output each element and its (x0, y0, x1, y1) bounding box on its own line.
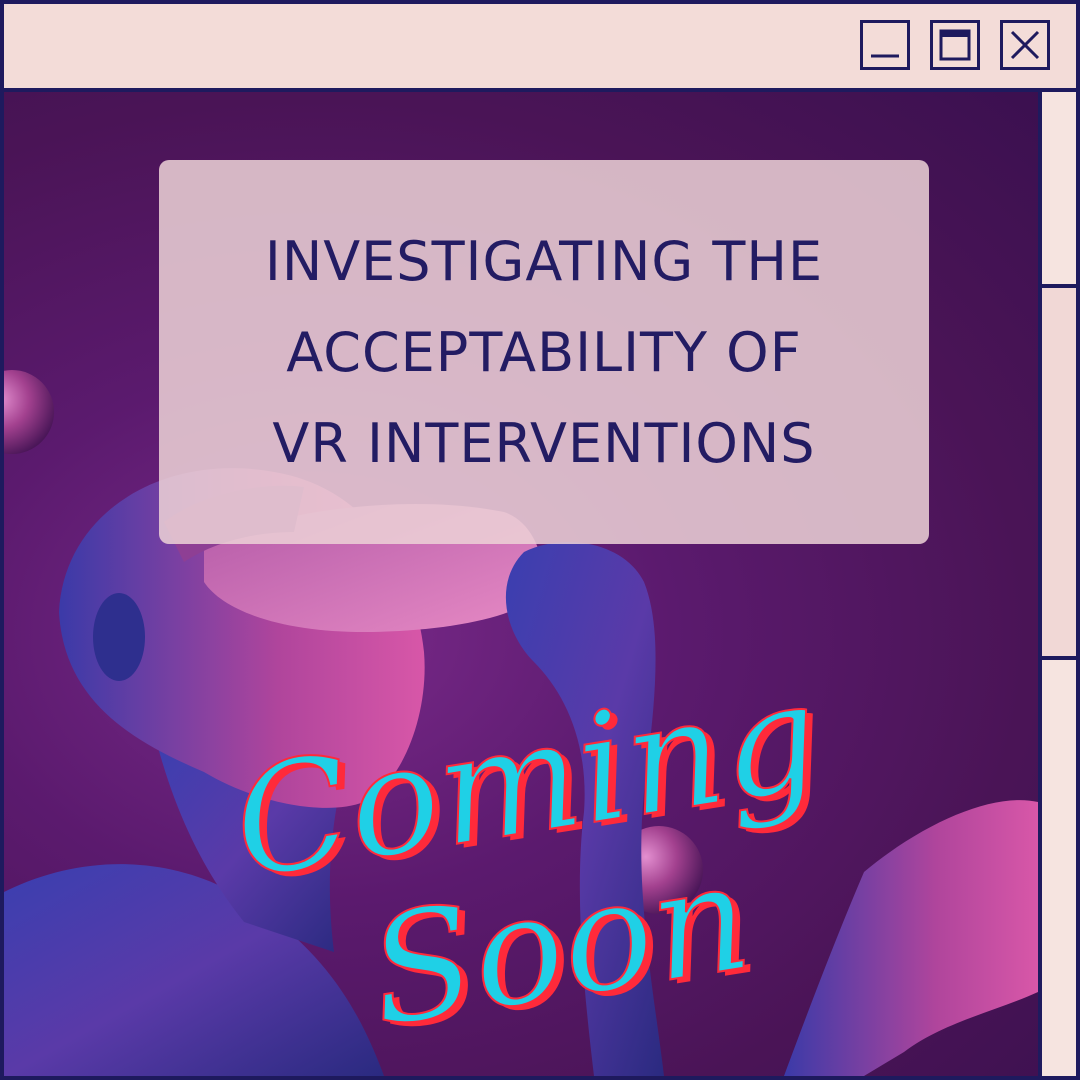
headline-line: INVESTIGATING THE (264, 229, 824, 293)
close-button[interactable] (1000, 20, 1050, 70)
content-area: INVESTIGATING THE ACCEPTABILITY OF VR IN… (4, 92, 1038, 1076)
headline-line: VR INTERVENTIONS (272, 411, 816, 475)
title-panel: INVESTIGATING THE ACCEPTABILITY OF VR IN… (159, 160, 929, 544)
minimize-button[interactable] (860, 20, 910, 70)
vertical-scrollbar[interactable] (1038, 92, 1076, 1076)
close-icon (1010, 30, 1040, 60)
scroll-thumb[interactable] (1042, 284, 1076, 660)
maximize-icon (939, 29, 971, 61)
headline: INVESTIGATING THE ACCEPTABILITY OF VR IN… (194, 216, 894, 489)
headline-line: ACCEPTABILITY OF (286, 320, 802, 384)
maximize-button[interactable] (930, 20, 980, 70)
minimize-icon (871, 54, 899, 58)
scroll-track-bottom[interactable] (1042, 660, 1076, 1076)
floating-sphere (4, 370, 54, 454)
title-bar[interactable] (4, 4, 1076, 92)
scroll-track-top[interactable] (1042, 92, 1076, 280)
app-window: INVESTIGATING THE ACCEPTABILITY OF VR IN… (0, 0, 1080, 1080)
